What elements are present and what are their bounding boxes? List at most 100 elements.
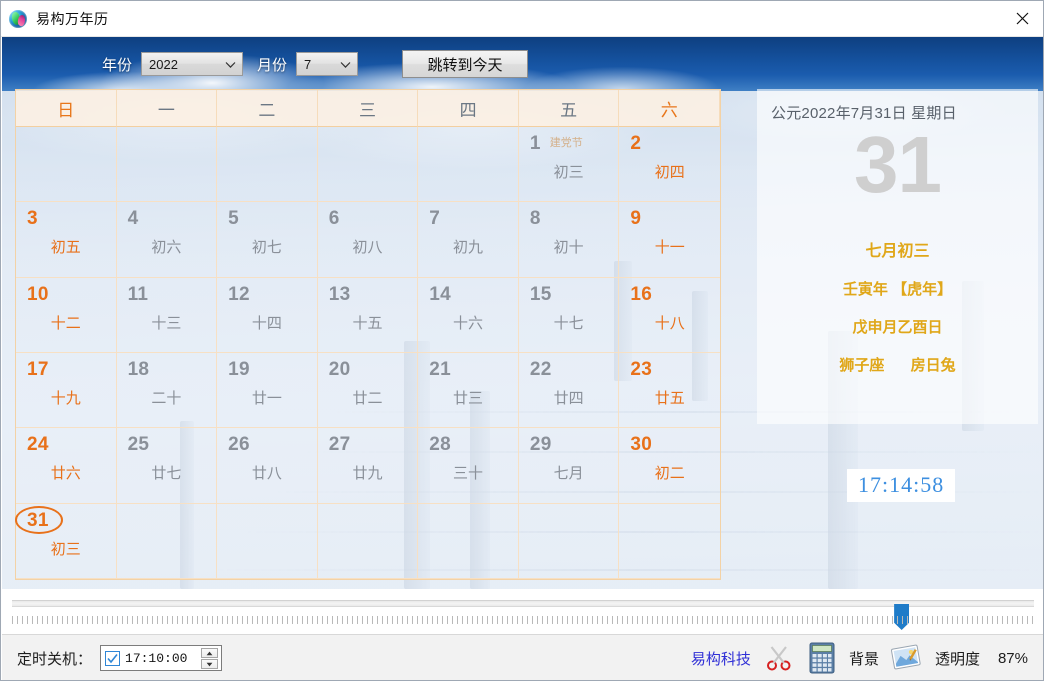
calendar-day-cell[interactable]: 29 七月 (518, 428, 620, 504)
status-bar-right: 易构科技 背景 透明度 87% (691, 642, 1028, 674)
calendar-day-cell[interactable]: 8 初十 (518, 202, 620, 278)
calendar-day-cell[interactable]: 19 廿一 (217, 353, 318, 429)
calendar-day-cell[interactable]: 6 初八 (317, 202, 419, 278)
calendar-day-cell[interactable]: 9 十一 (619, 202, 720, 278)
lunar-day-label: 初九 (453, 238, 484, 257)
calendar-day-cell[interactable]: 4 初六 (116, 202, 218, 278)
calendar-app-window: 易构万年历 年份 2022 月份 7 跳转到今天 日 一 二 三 四 五 六 1… (0, 0, 1044, 681)
zodiac-sign-text: 狮子座 (839, 357, 885, 374)
weekday-header: 四 (418, 90, 519, 127)
app-logo-icon (9, 9, 27, 28)
calendar-day-cell[interactable]: 12 十四 (217, 277, 318, 353)
day-number-wrap: 6 (329, 209, 340, 228)
day-number: 15 (529, 283, 552, 305)
opacity-slider-track[interactable] (12, 600, 1034, 630)
calendar-day-cell[interactable]: 30 初二 (619, 428, 720, 504)
calendar-day-cell[interactable]: 5 初七 (217, 202, 318, 278)
calculator-icon[interactable] (808, 642, 836, 674)
day-number-wrap: 8 (530, 209, 541, 228)
month-label: 月份 (257, 56, 288, 74)
calendar-day-cell[interactable]: 3 初五 (16, 202, 117, 278)
day-number-wrap: 31 (15, 505, 63, 534)
day-number: 19 (228, 359, 250, 380)
month-select-value: 7 (304, 56, 312, 72)
lunar-day-label: 廿八 (251, 464, 282, 483)
calendar-day-cell[interactable]: 18 二十 (116, 353, 218, 429)
day-number: 4 (127, 208, 139, 230)
weekday-header: 六 (619, 90, 720, 127)
picture-icon[interactable] (890, 644, 922, 672)
day-number: 12 (228, 283, 250, 305)
opacity-label: 透明度 (934, 650, 980, 668)
calendar-day-cell[interactable]: 13 十五 (317, 277, 419, 353)
close-button[interactable] (999, 1, 1043, 36)
big-day-number: 31 (854, 120, 942, 209)
day-number-wrap: 11 (128, 285, 149, 304)
calendar-day-cell[interactable]: 16 十八 (619, 278, 720, 353)
lunar-day-label: 初五 (50, 238, 81, 257)
day-number-wrap: 2 (630, 134, 641, 153)
astrology-row: 狮子座 房日兔 (757, 354, 1038, 375)
spinner-arrows[interactable] (201, 648, 219, 669)
calendar-day-cell[interactable]: 1 建党节 初三 (518, 127, 620, 203)
checkmark-icon (107, 653, 118, 663)
shutdown-checkbox[interactable] (105, 650, 121, 666)
calendar-day-cell[interactable]: 2 初四 (619, 127, 720, 203)
background-label[interactable]: 背景 (849, 648, 879, 669)
spinner-down-icon[interactable] (201, 659, 219, 669)
calendar-day-cell[interactable]: 28 三十 (418, 428, 519, 504)
year-select-value: 2022 (149, 56, 178, 72)
lunar-day-label: 廿九 (352, 464, 383, 483)
lunar-day-label: 廿一 (251, 389, 282, 407)
spinner-up-icon[interactable] (201, 648, 219, 658)
calendar-day-cell[interactable]: 27 廿九 (317, 428, 419, 504)
ganzhi-year-text: 壬寅年 【虎年】 (842, 281, 953, 298)
day-number: 26 (228, 434, 250, 456)
calendar-day-cell[interactable]: 14 十六 (418, 277, 519, 353)
day-number: 28 (429, 434, 452, 456)
day-number-wrap: 5 (228, 208, 240, 230)
month-select[interactable]: 7 (296, 52, 359, 76)
day-number: 1 (529, 133, 541, 154)
calendar-day-cell[interactable]: 24 廿六 (16, 428, 117, 504)
day-number-wrap: 20 (329, 360, 351, 379)
calendar-day-cell[interactable]: 17 十九 (16, 353, 117, 429)
festival-label: 建党节 (549, 137, 583, 149)
day-number: 17 (27, 359, 49, 380)
day-number-wrap: 1 (529, 133, 541, 154)
weekday-header: 五 (518, 90, 620, 127)
day-number: 5 (228, 208, 240, 230)
calendar-day-cell[interactable]: 11 十三 (116, 277, 218, 353)
brand-link[interactable]: 易构科技 (691, 648, 751, 669)
calendar-day-cell[interactable]: 21 廿三 (418, 353, 519, 429)
day-number-wrap: 24 (27, 435, 49, 454)
calendar-day-cell[interactable]: 31 初三 (15, 503, 117, 579)
day-number: 29 (529, 434, 552, 456)
calendar-day-cell[interactable]: 25 廿七 (116, 428, 218, 504)
year-select[interactable]: 2022 (141, 52, 244, 76)
calendar-day-cell[interactable]: 22 廿四 (518, 353, 620, 429)
calendar-cell-empty (116, 127, 218, 203)
lunar-day-label: 二十 (151, 389, 182, 407)
calendar-day-cell[interactable]: 15 十七 (518, 277, 620, 353)
jump-to-today-button[interactable]: 跳转到今天 (402, 50, 529, 78)
calendar-cell-empty (317, 503, 419, 579)
calendar-day-cell[interactable]: 26 廿八 (217, 428, 318, 504)
day-number: 21 (429, 359, 452, 380)
shutdown-time-spinner[interactable]: 17:10:00 (100, 645, 223, 671)
weekday-header: 三 (317, 90, 419, 127)
scissors-icon[interactable] (764, 643, 794, 673)
calendar-day-cell[interactable]: 10 十二 (16, 277, 117, 353)
lunar-day-label: 廿五 (654, 389, 685, 407)
toolbar: 年份 2022 月份 7 跳转到今天 (2, 37, 1043, 91)
calendar-day-cell[interactable]: 23 廿五 (619, 353, 720, 429)
lunar-day-label: 十八 (654, 313, 685, 332)
lunar-day-label: 十九 (50, 389, 81, 407)
day-number: 22 (529, 359, 552, 380)
lunar-day-label: 初四 (654, 163, 685, 181)
calendar-day-cell[interactable]: 20 廿二 (317, 353, 419, 429)
calendar-day-cell[interactable]: 7 初九 (418, 202, 519, 278)
weekday-header: 一 (116, 90, 218, 127)
lunar-day-label: 廿六 (50, 464, 81, 483)
calendar-cell-empty (317, 127, 419, 203)
